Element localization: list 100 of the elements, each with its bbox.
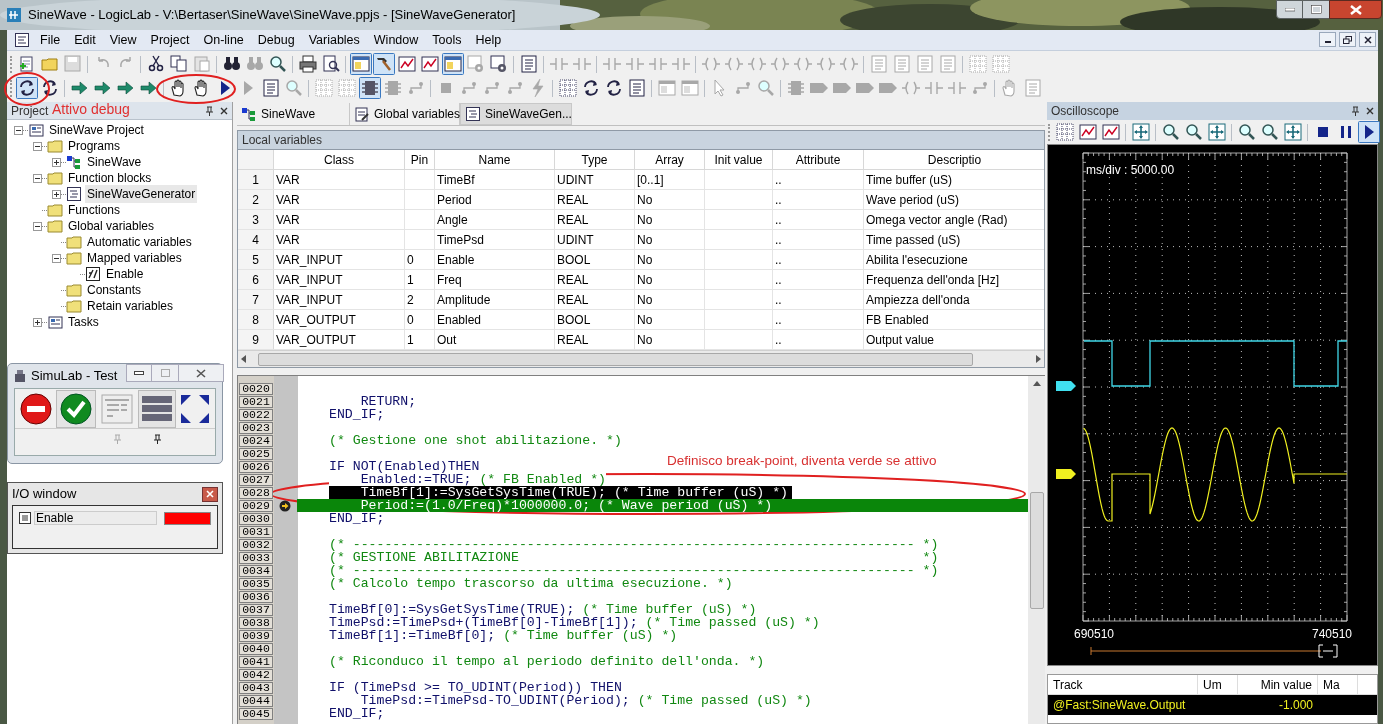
function-block-icon	[66, 186, 82, 202]
column-header[interactable]: Attribute	[773, 150, 864, 169]
block-icon[interactable]	[358, 77, 381, 99]
collapse-icon[interactable]	[33, 221, 42, 231]
pin-icon[interactable]	[1351, 106, 1360, 116]
expand-icon[interactable]	[179, 392, 211, 425]
pin-icon[interactable]	[153, 434, 162, 444]
copy-icon[interactable]	[167, 53, 190, 75]
menu-item[interactable]: Help	[468, 30, 509, 50]
column-header[interactable]: Ma	[1318, 675, 1358, 694]
chart-icon[interactable]	[1099, 121, 1122, 143]
menu-item[interactable]: Window	[366, 30, 426, 50]
menu-item[interactable]: View	[102, 30, 144, 50]
tree-item[interactable]: SineWave	[85, 153, 144, 171]
program-icon	[241, 106, 257, 122]
scroll-right-icon[interactable]	[1034, 355, 1042, 363]
global-variables-icon	[354, 106, 370, 122]
vertical-scrollbar[interactable]	[1028, 376, 1045, 724]
column-header[interactable]: Pin	[405, 150, 435, 169]
stop-sign-icon[interactable]	[19, 391, 53, 426]
table-cell: Wave period (uS)	[864, 190, 1044, 209]
expand-icon[interactable]	[52, 157, 61, 167]
tree-item[interactable]: Retain variables	[85, 297, 176, 315]
table-cell: @Fast:SineWave.Output	[1053, 698, 1186, 712]
refresh-icon[interactable]	[15, 77, 38, 99]
collapse-icon[interactable]	[52, 253, 61, 263]
hammer-icon[interactable]	[372, 53, 395, 75]
close-icon[interactable]	[220, 106, 228, 115]
close-button[interactable]	[1329, 0, 1382, 19]
tree-item[interactable]: SineWaveGenerator	[85, 185, 198, 203]
annotation-text: Definisco break-point, diventa verde se attivo	[667, 452, 937, 470]
minimize-button[interactable]	[126, 364, 152, 382]
column-header[interactable]: Min value	[1238, 675, 1318, 694]
restore-button[interactable]	[1339, 32, 1356, 47]
column-header[interactable]: Um	[1198, 675, 1238, 694]
scroll-thumb[interactable]	[1029, 492, 1044, 609]
minimize-button[interactable]	[1319, 32, 1336, 47]
play-icon[interactable]	[1357, 121, 1380, 143]
column-header[interactable]: Descriptio	[864, 150, 1044, 169]
document-tab[interactable]: SineWaveGen...	[460, 103, 572, 125]
expand-icon[interactable]	[1129, 121, 1152, 143]
column-header[interactable]: Track	[1048, 675, 1198, 694]
table-cell: VAR_OUTPUT	[274, 310, 405, 329]
collapse-icon[interactable]	[14, 125, 23, 135]
document-icon[interactable]	[14, 32, 30, 48]
tree-item[interactable]: Constants	[85, 281, 144, 299]
menu-item[interactable]: Debug	[250, 30, 302, 50]
tree-item[interactable]: Automatic variables	[85, 233, 194, 251]
collapse-icon[interactable]	[33, 141, 42, 151]
table-cell: Ampiezza dell'onda	[864, 290, 1044, 309]
close-button[interactable]	[202, 486, 218, 502]
table-cell: Omega vector angle (Rad)	[864, 210, 1044, 229]
window-icon[interactable]	[349, 53, 372, 75]
expand-icon[interactable]	[1205, 121, 1228, 143]
menu-item[interactable]: Edit	[67, 30, 103, 50]
check-icon[interactable]	[56, 389, 96, 428]
tree-item[interactable]: Functions	[66, 201, 123, 219]
tree-item[interactable]: Enable	[104, 265, 146, 283]
column-header[interactable]: Array	[635, 150, 705, 169]
breakpoint-icon[interactable]	[279, 499, 291, 512]
table-cell: [0..1]	[635, 170, 705, 189]
scroll-thumb[interactable]	[258, 352, 973, 366]
chart-icon[interactable]	[395, 53, 418, 75]
menu-item[interactable]: Tools	[425, 30, 469, 50]
collapse-icon[interactable]	[33, 173, 42, 183]
close-button[interactable]	[1359, 32, 1376, 47]
menu-item[interactable]: Project	[143, 30, 197, 50]
tree-item[interactable]: Function blocks	[66, 169, 154, 187]
print-icon[interactable]	[296, 53, 319, 75]
tree-item[interactable]: Programs	[66, 137, 122, 155]
chart-icon[interactable]	[418, 53, 441, 75]
panel-title: Project	[11, 102, 49, 120]
column-header[interactable]: Class	[274, 150, 405, 169]
tree-item[interactable]: Tasks	[66, 313, 101, 331]
expand-icon[interactable]	[33, 317, 42, 327]
horizontal-scrollbar[interactable]	[238, 350, 1044, 367]
maximize-button[interactable]	[1303, 0, 1329, 19]
scroll-left-icon[interactable]	[240, 355, 248, 363]
scroll-up-icon[interactable]	[1032, 380, 1041, 386]
code-line: Enabled:=TRUE; (* FB Enabled *)	[297, 473, 1028, 486]
tree-item[interactable]: Mapped variables	[85, 249, 184, 267]
column-header[interactable]: Type	[555, 150, 635, 169]
expand-icon[interactable]	[1281, 121, 1304, 143]
window-icon[interactable]	[441, 53, 464, 75]
grid-icon[interactable]	[1053, 121, 1076, 143]
tree-item[interactable]: SineWave Project	[47, 121, 146, 139]
expand-icon[interactable]	[52, 189, 61, 199]
row-number: 6	[238, 270, 274, 289]
pin-icon[interactable]	[205, 105, 214, 116]
window-icon[interactable]	[678, 77, 701, 99]
rack-icon[interactable]	[138, 389, 176, 428]
column-header[interactable]: Init value	[705, 150, 773, 169]
chart-icon[interactable]	[1076, 121, 1099, 143]
close-icon[interactable]	[1366, 107, 1374, 115]
tree-item[interactable]: Global variables	[66, 217, 157, 235]
menu-item[interactable]: Variables	[301, 30, 367, 50]
window-icon[interactable]	[655, 77, 678, 99]
menu-item[interactable]: On-line	[196, 30, 251, 50]
menu-item[interactable]: File	[33, 30, 68, 50]
column-header[interactable]: Name	[435, 150, 555, 169]
